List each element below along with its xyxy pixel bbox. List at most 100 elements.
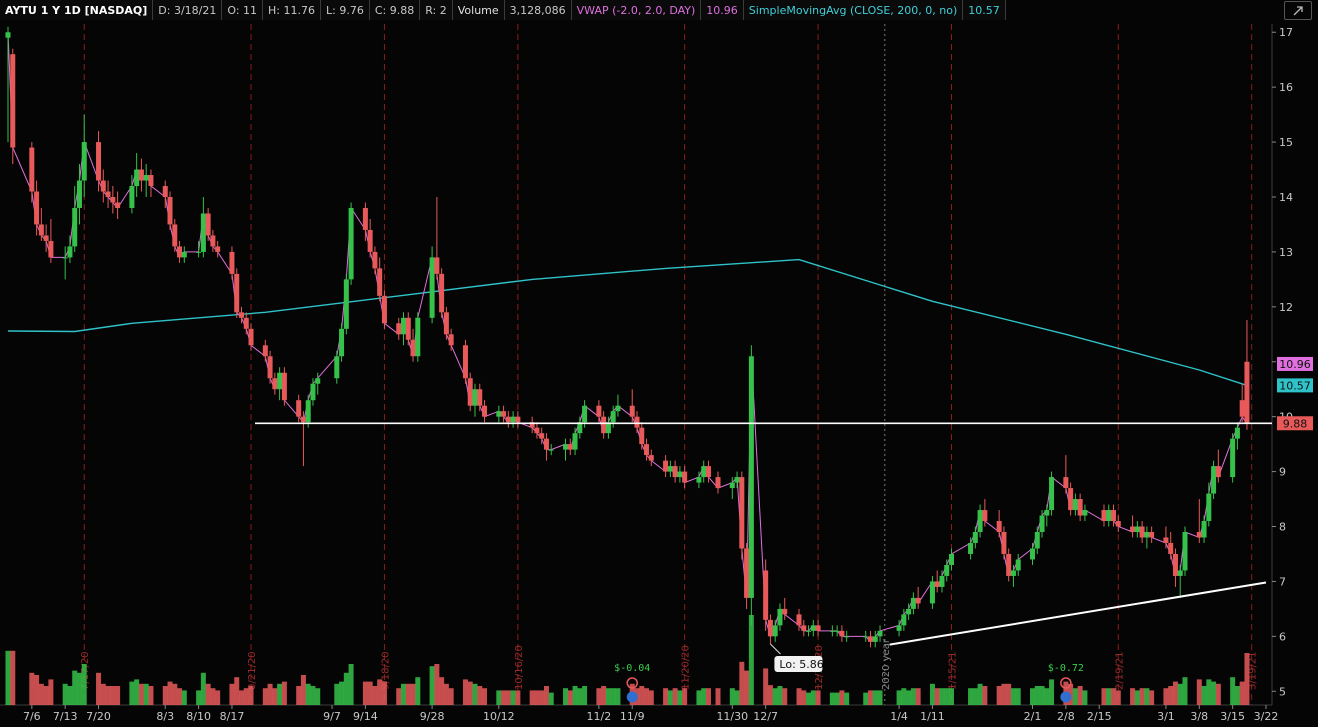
candle-body: [96, 142, 102, 181]
volume-bar: [134, 679, 140, 705]
candle-body: [515, 416, 521, 423]
candle-body: [972, 532, 978, 543]
candle-body: [210, 235, 216, 247]
volume-bar: [934, 688, 940, 705]
price-label-text: 10.57: [1279, 379, 1311, 392]
candle-body: [381, 295, 387, 324]
volume-bar: [10, 650, 16, 705]
candle-body: [777, 608, 783, 626]
candles: [5, 26, 1250, 648]
x-tick-label: 8/10: [186, 710, 211, 723]
volume-bar: [582, 686, 588, 705]
candle-body: [181, 251, 187, 258]
candle-body: [1030, 548, 1036, 560]
candle-body: [867, 636, 873, 642]
candle-body: [667, 466, 673, 472]
volume-bar: [96, 672, 102, 705]
candle-body: [1196, 532, 1202, 538]
x-tick-label: 3/8: [1190, 710, 1208, 723]
y-tick-label: 7: [1279, 575, 1286, 588]
candle-body: [934, 581, 940, 587]
candle-body: [129, 186, 135, 208]
volume-bar: [367, 681, 373, 705]
candle-body: [200, 213, 206, 252]
candle-body: [496, 411, 502, 417]
volume-bar: [472, 683, 478, 705]
candle-body: [977, 510, 983, 533]
volume-bar: [267, 683, 273, 705]
candle-body: [906, 608, 912, 615]
sma-label[interactable]: SimpleMovingAvg (CLOSE, 200, 0, no): [743, 0, 964, 20]
candle-body: [1034, 532, 1040, 549]
vwap-line: [7, 32, 1248, 643]
volume-bar: [667, 690, 673, 705]
volume-bar: [172, 683, 178, 705]
volume-bar: [1115, 690, 1121, 705]
x-tick-label: 2/1: [1024, 710, 1042, 723]
volume-bar: [915, 688, 921, 705]
volume-bar: [72, 670, 78, 705]
candle-body: [901, 614, 907, 626]
candle-body: [448, 334, 454, 346]
candle-body: [339, 328, 345, 357]
candle-body: [196, 251, 202, 253]
volume-bar: [1134, 690, 1140, 705]
volume-bar: [162, 686, 168, 705]
sma-value: 10.57: [963, 0, 1006, 20]
period-label: 8/21/20: [247, 651, 258, 690]
dividend-icon: [1060, 691, 1072, 703]
volume-bar: [310, 686, 316, 705]
volume-label[interactable]: Volume: [452, 0, 505, 20]
x-tick-label: 1/4: [890, 710, 908, 723]
header-bar: AYTU 1 Y 1D [NASDAQ] D: 3/18/21 O: 11 H:…: [0, 0, 1006, 20]
candle-body: [639, 427, 645, 445]
volume-bar: [29, 672, 35, 705]
candle-body: [472, 389, 478, 406]
volume-bar: [381, 681, 387, 705]
volume-bar: [305, 683, 311, 705]
price-chart[interactable]: 7/17/208/21/209/18/2010/16/2011/20/2012/…: [0, 0, 1318, 727]
candle-body: [72, 207, 78, 247]
low-readout: L: 9.76: [321, 0, 370, 20]
volume-bar: [443, 683, 449, 705]
candle-body: [806, 630, 812, 632]
candle-body: [810, 625, 816, 631]
volume-bar: [62, 683, 68, 705]
volume-bar: [401, 683, 407, 705]
candle-body: [863, 636, 869, 638]
candle-body: [1111, 510, 1117, 522]
candle-body: [1163, 537, 1169, 543]
candle-body: [1068, 488, 1074, 511]
chart-window: AYTU 1 Y 1D [NASDAQ] D: 3/18/21 O: 11 H:…: [0, 0, 1318, 727]
vwap-label[interactable]: VWAP (-2.0, 2.0, DAY): [571, 0, 702, 20]
volume-bar: [739, 661, 745, 705]
open-readout: O: 11: [222, 0, 264, 20]
candle-body: [663, 460, 669, 472]
symbol-label[interactable]: AYTU 1 Y 1D [NASDAQ]: [0, 0, 154, 20]
volume-bar: [348, 664, 354, 705]
candle-body: [277, 372, 283, 390]
x-tick-label: 7/13: [53, 710, 78, 723]
candle-body: [634, 416, 640, 428]
low-callout-text: Lo: 5.86: [779, 658, 823, 671]
volume-bar: [872, 690, 878, 705]
volume-bar: [896, 690, 902, 705]
volume-bar: [810, 690, 816, 705]
expand-button[interactable]: [1284, 1, 1312, 20]
candle-body: [367, 229, 373, 252]
volume-bar: [548, 692, 554, 705]
volume-bar: [839, 690, 845, 705]
candle-body: [162, 186, 168, 197]
volume-bar: [501, 690, 507, 705]
candle-body: [1082, 510, 1088, 516]
candle-body: [462, 345, 468, 379]
y-tick-label: 12: [1279, 301, 1293, 314]
candle-body: [76, 180, 82, 208]
volume-bar: [829, 692, 835, 705]
volume-bar: [729, 688, 735, 705]
trendline: [889, 581, 1267, 646]
x-tick-label: 11/2: [587, 710, 612, 723]
volume-bar: [605, 688, 611, 705]
candle-body: [172, 224, 178, 247]
date-readout: D: 3/18/21: [153, 0, 223, 20]
